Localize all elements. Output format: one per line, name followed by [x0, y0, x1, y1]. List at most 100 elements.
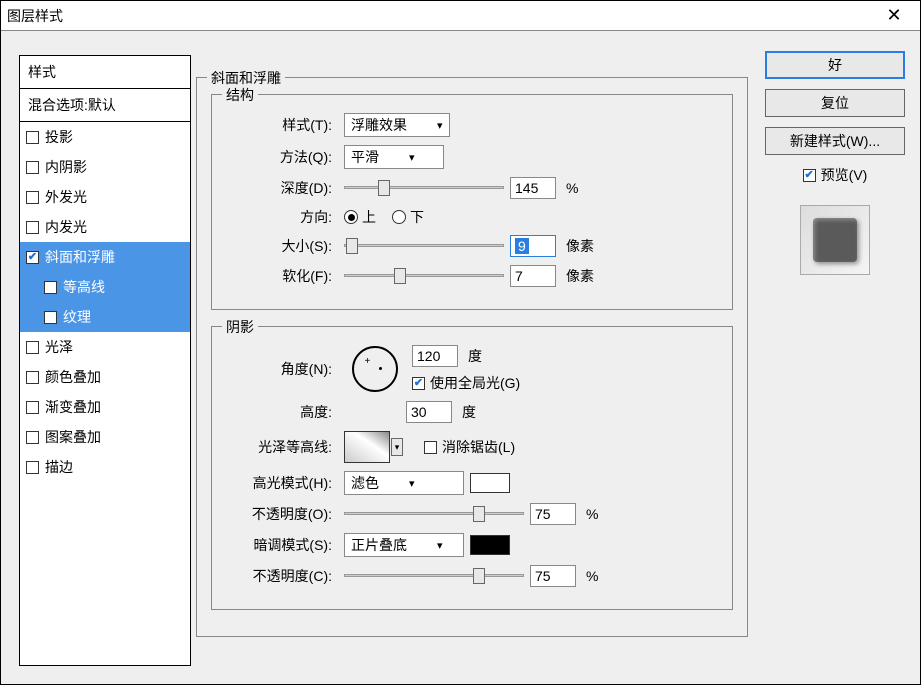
depth-input[interactable]: 145 [510, 177, 556, 199]
window-title: 图层样式 [7, 6, 874, 26]
preview-checkbox[interactable]: 预览(V) [803, 165, 868, 185]
shadow-opacity-slider[interactable] [344, 566, 524, 586]
style-item-8[interactable]: 颜色叠加 [20, 362, 190, 392]
angle-label: 角度(N): [226, 359, 332, 379]
angle-wheel[interactable]: + [352, 346, 398, 392]
shading-legend: 阴影 [222, 317, 258, 337]
style-item-0[interactable]: 投影 [20, 122, 190, 152]
style-checkbox[interactable] [26, 161, 39, 174]
highlight-mode-select[interactable]: 滤色 ▾ [344, 471, 464, 495]
highlight-opacity-input[interactable]: 75 [530, 503, 576, 525]
chevron-down-icon: ▾ [437, 119, 443, 132]
chevron-down-icon: ▾ [437, 539, 443, 552]
titlebar: 图层样式 ✕ [1, 1, 920, 31]
shadow-opacity-input[interactable]: 75 [530, 565, 576, 587]
altitude-input[interactable]: 30 [406, 401, 452, 423]
style-label: 样式(T): [226, 115, 332, 135]
depth-slider[interactable] [344, 178, 504, 198]
direction-label: 方向: [226, 207, 332, 227]
gloss-contour-picker[interactable]: ▾ [344, 431, 390, 463]
global-light-checkbox[interactable]: 使用全局光(G) [412, 373, 520, 393]
style-checkbox[interactable] [26, 401, 39, 414]
shadow-mode-value: 正片叠底 [351, 535, 407, 555]
style-checkbox[interactable] [26, 371, 39, 384]
structure-group: 结构 样式(T): 浮雕效果 ▾ 方法(Q): 平滑 ▾ [211, 94, 733, 310]
depth-label: 深度(D): [226, 178, 332, 198]
gloss-contour-label: 光泽等高线: [226, 437, 332, 457]
soften-unit: 像素 [566, 266, 594, 286]
direction-up-radio[interactable]: 上 [344, 207, 376, 227]
style-checkbox[interactable] [26, 191, 39, 204]
chevron-down-icon: ▾ [409, 151, 415, 164]
style-label: 外发光 [45, 187, 87, 207]
chevron-down-icon: ▾ [391, 438, 403, 456]
style-label: 渐变叠加 [45, 397, 101, 417]
ok-button[interactable]: 好 [765, 51, 905, 79]
opacity-unit: % [586, 506, 598, 522]
technique-value: 平滑 [351, 147, 379, 167]
opacity-unit2: % [586, 568, 598, 584]
direction-down-radio[interactable]: 下 [392, 207, 424, 227]
chevron-down-icon: ▾ [409, 477, 415, 490]
style-label: 颜色叠加 [45, 367, 101, 387]
shading-group: 阴影 角度(N): + 120 度 使用全局光(G) [211, 326, 733, 610]
close-icon[interactable]: ✕ [874, 5, 914, 26]
style-item-9[interactable]: 渐变叠加 [20, 392, 190, 422]
preview-thumbnail [800, 205, 870, 275]
styles-list: 投影内阴影外发光内发光斜面和浮雕等高线纹理光泽颜色叠加渐变叠加图案叠加描边 [20, 122, 190, 482]
technique-select[interactable]: 平滑 ▾ [344, 145, 444, 169]
content: 样式 混合选项:默认 投影内阴影外发光内发光斜面和浮雕等高线纹理光泽颜色叠加渐变… [1, 31, 920, 684]
style-checkbox[interactable] [26, 341, 39, 354]
angle-input[interactable]: 120 [412, 345, 458, 367]
style-checkbox[interactable] [26, 461, 39, 474]
highlight-mode-label: 高光模式(H): [226, 473, 332, 493]
soften-label: 软化(F): [226, 266, 332, 286]
cancel-button[interactable]: 复位 [765, 89, 905, 117]
size-label: 大小(S): [226, 236, 332, 256]
style-label: 纹理 [63, 307, 91, 327]
right-panel: 好 复位 新建样式(W)... 预览(V) [760, 51, 910, 275]
style-checkbox[interactable] [44, 311, 57, 324]
style-item-5[interactable]: 等高线 [20, 272, 190, 302]
style-checkbox[interactable] [44, 281, 57, 294]
highlight-opacity-label: 不透明度(O): [226, 504, 332, 524]
size-input[interactable]: 9 [510, 235, 556, 257]
style-label: 描边 [45, 457, 73, 477]
soften-input[interactable]: 7 [510, 265, 556, 287]
main-panel: 斜面和浮雕 结构 样式(T): 浮雕效果 ▾ 方法(Q): 平滑 [196, 49, 748, 670]
altitude-unit: 度 [462, 402, 476, 422]
antialias-checkbox[interactable]: 消除锯齿(L) [424, 437, 515, 457]
style-label: 投影 [45, 127, 73, 147]
style-item-3[interactable]: 内发光 [20, 212, 190, 242]
highlight-opacity-slider[interactable] [344, 504, 524, 524]
altitude-label: 高度: [226, 402, 332, 422]
style-item-2[interactable]: 外发光 [20, 182, 190, 212]
new-style-button[interactable]: 新建样式(W)... [765, 127, 905, 155]
style-label: 斜面和浮雕 [45, 247, 115, 267]
shadow-color-swatch[interactable] [470, 535, 510, 555]
size-slider[interactable] [344, 236, 504, 256]
style-item-4[interactable]: 斜面和浮雕 [20, 242, 190, 272]
structure-legend: 结构 [222, 85, 258, 105]
styles-header[interactable]: 样式 [20, 56, 190, 89]
style-checkbox[interactable] [26, 431, 39, 444]
style-item-1[interactable]: 内阴影 [20, 152, 190, 182]
style-checkbox[interactable] [26, 251, 39, 264]
style-checkbox[interactable] [26, 221, 39, 234]
shadow-mode-select[interactable]: 正片叠底 ▾ [344, 533, 464, 557]
bevel-section: 斜面和浮雕 结构 样式(T): 浮雕效果 ▾ 方法(Q): 平滑 [196, 77, 748, 637]
technique-label: 方法(Q): [226, 147, 332, 167]
style-checkbox[interactable] [26, 131, 39, 144]
highlight-color-swatch[interactable] [470, 473, 510, 493]
style-value: 浮雕效果 [351, 115, 407, 135]
style-item-7[interactable]: 光泽 [20, 332, 190, 362]
styles-panel: 样式 混合选项:默认 投影内阴影外发光内发光斜面和浮雕等高线纹理光泽颜色叠加渐变… [19, 55, 191, 666]
style-select[interactable]: 浮雕效果 ▾ [344, 113, 450, 137]
style-label: 内发光 [45, 217, 87, 237]
soften-slider[interactable] [344, 266, 504, 286]
blending-options[interactable]: 混合选项:默认 [20, 89, 190, 122]
style-item-6[interactable]: 纹理 [20, 302, 190, 332]
style-label: 等高线 [63, 277, 105, 297]
style-item-10[interactable]: 图案叠加 [20, 422, 190, 452]
style-item-11[interactable]: 描边 [20, 452, 190, 482]
